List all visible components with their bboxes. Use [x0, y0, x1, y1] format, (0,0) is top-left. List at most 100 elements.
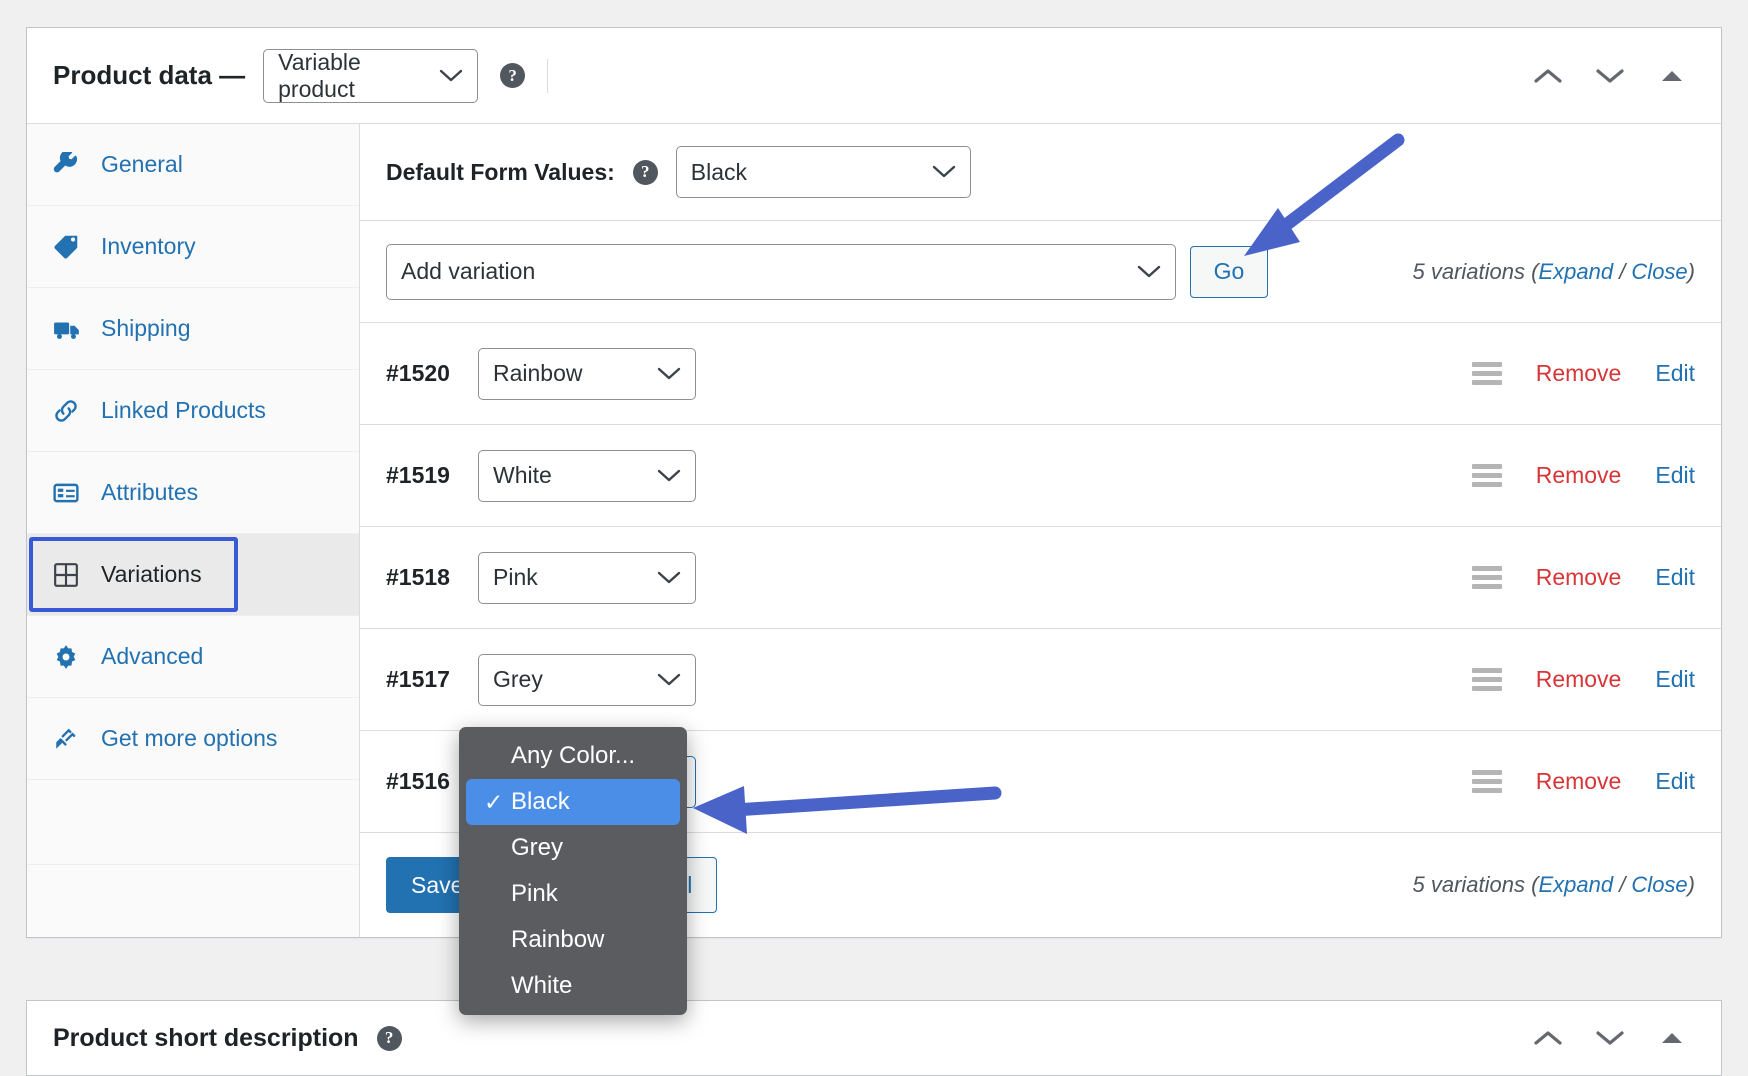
checkmark-icon: ✓	[484, 788, 504, 815]
chevron-down-icon	[920, 165, 956, 179]
drag-handle-icon[interactable]	[1471, 362, 1502, 385]
row-actions: Remove Edit	[1471, 768, 1695, 795]
help-icon[interactable]: ?	[376, 1025, 402, 1051]
sidebar-item-label: General	[101, 151, 183, 177]
page-title: Product data —	[53, 60, 246, 90]
sidebar-item-linked-products[interactable]: Linked Products	[27, 370, 359, 452]
link-separator: /	[1613, 258, 1632, 284]
chevron-down-icon	[645, 673, 681, 687]
go-button[interactable]: Go	[1190, 245, 1268, 298]
short-description-header: Product short description ?	[27, 1001, 1721, 1075]
menu-item-grey[interactable]: Grey	[459, 825, 687, 871]
menu-item-rainbow[interactable]: Rainbow	[459, 917, 687, 963]
chevron-down-icon	[1125, 265, 1161, 279]
variation-color-select[interactable]: Rainbow	[478, 347, 696, 400]
drag-handle-icon[interactable]	[1471, 770, 1502, 793]
close-link[interactable]: Close	[1631, 872, 1687, 897]
menu-item-white[interactable]: White	[459, 963, 687, 1009]
gear-icon	[53, 644, 87, 670]
variation-color-select[interactable]: Pink	[478, 551, 696, 604]
sidebar-item-label: Advanced	[101, 643, 204, 669]
edit-link[interactable]: Edit	[1655, 768, 1695, 795]
variation-color-select[interactable]: White	[478, 449, 696, 502]
remove-link[interactable]: Remove	[1536, 768, 1622, 795]
edit-link[interactable]: Edit	[1655, 564, 1695, 591]
sidebar-item-inventory[interactable]: Inventory	[27, 206, 359, 288]
variations-count-top: 5 variations (Expand / Close)	[1413, 259, 1696, 285]
edit-link[interactable]: Edit	[1655, 462, 1695, 489]
remove-link[interactable]: Remove	[1536, 360, 1622, 387]
edit-link[interactable]: Edit	[1655, 666, 1695, 693]
close-link[interactable]: Close	[1631, 259, 1687, 284]
product-data-tabs: General Inventory Shipping Linked Produc…	[27, 124, 360, 937]
chevron-down-icon	[645, 469, 681, 483]
sidebar-item-get-more-options[interactable]: Get more options	[27, 698, 359, 780]
expand-link[interactable]: Expand	[1538, 872, 1613, 897]
remove-link[interactable]: Remove	[1536, 564, 1622, 591]
chevron-down-icon	[645, 571, 681, 585]
plug-icon	[53, 726, 87, 752]
product-data-header: Product data — Variable product ?	[27, 28, 1721, 124]
chevron-down-icon	[645, 367, 681, 381]
variations-count-text: 5 variations	[1412, 872, 1532, 897]
sidebar-item-attributes[interactable]: Attributes	[27, 452, 359, 534]
grid-icon	[53, 562, 87, 588]
sidebar-item-shipping[interactable]: Shipping	[27, 288, 359, 370]
variations-toolbar: Add variation Go 5 variations (Expand / …	[360, 221, 1721, 323]
sidebar-item-general[interactable]: General	[27, 124, 359, 206]
help-icon[interactable]: ?	[500, 63, 526, 88]
default-color-value: Black	[690, 158, 748, 185]
row-actions: Remove Edit	[1471, 360, 1695, 387]
sidebar-item-label: Inventory	[101, 233, 196, 259]
variations-count-text: 5 variations	[1412, 258, 1532, 284]
variations-count-bottom: 5 variations (Expand / Close)	[1413, 872, 1696, 898]
expand-link[interactable]: Expand	[1538, 259, 1613, 284]
drag-handle-icon[interactable]	[1471, 668, 1502, 691]
table-row: #1517 Grey Remove Edit	[360, 629, 1721, 731]
product-data-body: General Inventory Shipping Linked Produc…	[27, 124, 1721, 937]
sidebar-item-label: Variations	[101, 561, 202, 587]
default-form-values-label: Default Form Values:	[386, 158, 615, 185]
variation-id: #1517	[386, 666, 450, 692]
drag-handle-icon[interactable]	[1471, 566, 1502, 589]
help-icon[interactable]: ?	[632, 159, 658, 185]
row-actions: Remove Edit	[1471, 666, 1695, 693]
default-form-values-row: Default Form Values: ? Black	[360, 124, 1721, 221]
color-dropdown-menu[interactable]: Any Color... ✓ Black Grey Pink Rainbow W…	[459, 727, 687, 1015]
sidebar-item-label: Shipping	[101, 315, 191, 341]
menu-item-pink[interactable]: Pink	[459, 871, 687, 917]
remove-link[interactable]: Remove	[1536, 462, 1622, 489]
product-type-select[interactable]: Variable product	[263, 48, 479, 103]
product-type-value: Variable product	[278, 48, 361, 102]
variation-color-value: White	[493, 462, 552, 488]
drag-handle-icon[interactable]	[1471, 464, 1502, 487]
chevron-up-icon[interactable]	[1531, 59, 1565, 93]
menu-item-label: Black	[511, 788, 570, 815]
add-variation-select[interactable]: Add variation	[386, 243, 1176, 300]
sidebar-item-advanced[interactable]: Advanced	[27, 616, 359, 698]
variation-color-select[interactable]: Grey	[478, 653, 696, 706]
default-color-select[interactable]: Black	[675, 146, 971, 198]
chevron-down-icon[interactable]	[1593, 1021, 1627, 1055]
list-icon	[53, 480, 87, 506]
variation-id: #1520	[386, 360, 450, 386]
sidebar-item-label: Get more options	[101, 725, 278, 751]
menu-item-any-color[interactable]: Any Color...	[459, 733, 687, 779]
chevron-up-icon[interactable]	[1531, 1021, 1565, 1055]
tabs-filler	[27, 780, 359, 865]
triangle-up-icon[interactable]	[1655, 1021, 1689, 1055]
add-variation-value: Add variation	[401, 258, 536, 284]
triangle-up-icon[interactable]	[1655, 59, 1689, 93]
edit-link[interactable]: Edit	[1655, 360, 1695, 387]
remove-link[interactable]: Remove	[1536, 666, 1622, 693]
chevron-down-icon[interactable]	[1593, 59, 1627, 93]
sidebar-item-variations[interactable]: Variations	[27, 534, 359, 616]
menu-item-label: Pink	[511, 880, 558, 907]
menu-item-label: Rainbow	[511, 926, 605, 953]
panel-header-controls	[1531, 1021, 1695, 1055]
menu-item-black[interactable]: ✓ Black	[466, 779, 680, 825]
sidebar-item-label: Attributes	[101, 479, 199, 505]
menu-item-label: Any Color...	[511, 742, 636, 769]
variation-color-value: Pink	[493, 564, 538, 590]
paren-close: )	[1687, 872, 1695, 897]
